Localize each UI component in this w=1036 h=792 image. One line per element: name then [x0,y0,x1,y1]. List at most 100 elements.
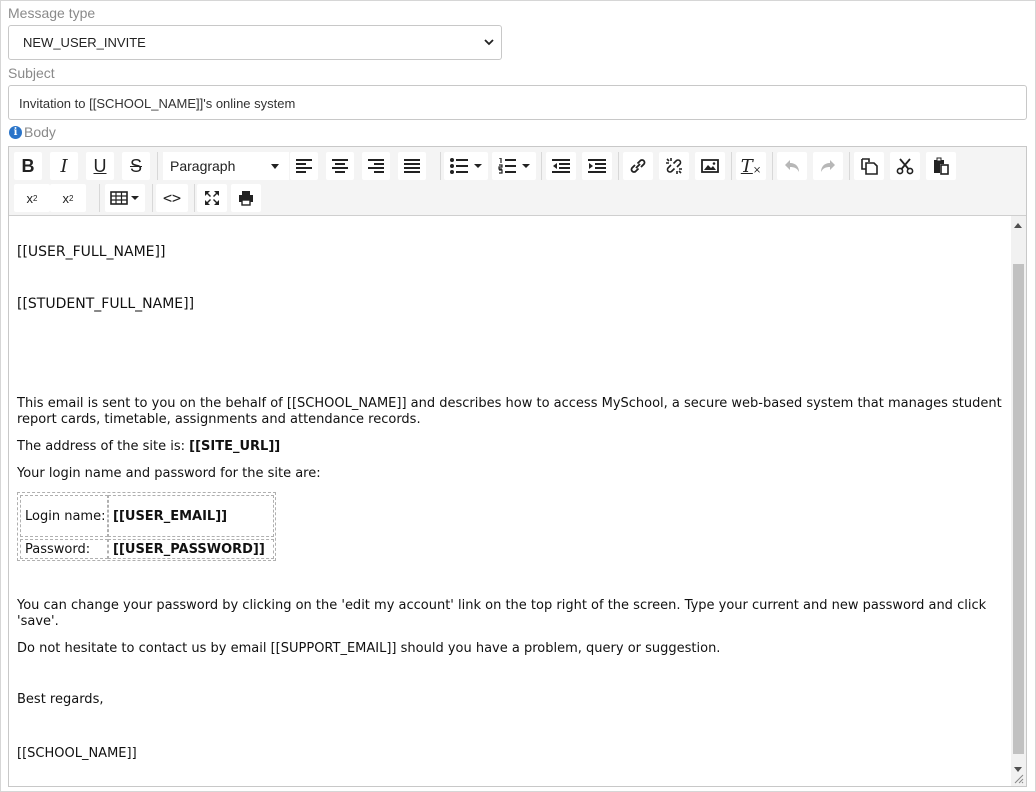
site-url-value: [[SITE_URL]] [189,439,281,454]
copy-button[interactable] [854,152,884,180]
bullet-list-icon [450,158,482,174]
user-full-name-line: [[USER_FULL_NAME]] [17,244,166,260]
superscript-button[interactable]: x2 [14,184,50,212]
toolbar-separator [440,152,441,180]
subject-label: Subject [8,65,55,81]
fullscreen-icon [205,191,219,205]
align-right-icon [368,159,384,173]
superscript-mark: 2 [33,193,38,203]
align-right-button[interactable] [362,152,390,180]
regards-line: Best regards, [17,692,104,707]
site-address-line: The address of the site is: [[SITE_URL]] [17,439,280,454]
toolbar-separator [849,152,850,180]
caret-down-icon [271,164,279,169]
link-icon [630,159,646,173]
editor-content[interactable]: [[USER_FULL_NAME]] [[STUDENT_FULL_NAME]]… [9,216,1011,786]
login-name-value-cell: [[USER_EMAIL]] [108,495,274,537]
scrollbar-thumb[interactable] [1013,264,1024,754]
strikethrough-button[interactable]: S [122,152,150,180]
scroll-up-icon[interactable] [1014,223,1022,228]
align-left-button[interactable] [290,152,318,180]
toolbar-separator [618,152,619,180]
password-label: Password: [25,541,91,557]
paste-button[interactable] [926,152,956,180]
unlink-icon [666,158,682,174]
resize-grip-icon[interactable] [1014,774,1024,784]
signature-line: [[SCHOOL_NAME]] [17,746,137,761]
align-center-button[interactable] [326,152,354,180]
subject-value: Invitation to [[SCHOOL_NAME]]'s online s… [19,96,296,111]
align-justify-icon [404,159,420,173]
intro-paragraph: This email is sent to you on the behalf … [17,396,1002,427]
form-panel: Message type NEW_USER_INVITE Subject Inv… [0,0,1036,792]
editor-scrollbar[interactable] [1011,216,1026,786]
insert-link-button[interactable] [623,152,653,180]
numbered-list-icon [498,158,530,174]
login-name-label: Login name: [25,508,106,524]
insert-table-button[interactable] [105,184,145,212]
block-format-select[interactable]: Paragraph [163,152,289,180]
password-value: [[USER_PASSWORD]] [113,541,265,557]
toolbar-separator [194,184,195,212]
scroll-down-icon[interactable] [1014,767,1022,772]
change-password-paragraph: You can change your password by clicking… [17,598,987,629]
strikethrough-glyph: S [129,155,142,176]
indent-button[interactable] [582,152,612,180]
underline-glyph: U [93,155,107,176]
subscript-button[interactable]: x2 [50,184,86,212]
toolbar-separator [157,152,158,180]
numbered-list-button[interactable] [492,152,536,180]
chevron-down-icon [484,39,494,46]
clear-format-button[interactable]: T × [736,152,766,180]
copy-icon [861,158,878,175]
subscript-mark: 2 [69,193,74,203]
paste-icon [934,157,949,175]
subject-input[interactable]: Invitation to [[SCHOOL_NAME]]'s online s… [8,85,1027,120]
print-icon [239,191,253,206]
outdent-button[interactable] [546,152,576,180]
bold-button[interactable]: B [14,152,42,180]
password-label-cell: Password: [20,539,108,559]
credentials-table: Login name: [[USER_EMAIL]] Password: [[U… [17,492,276,561]
toolbar-separator [772,152,773,180]
bold-glyph: B [21,155,35,176]
body-label: Body [24,124,56,140]
align-justify-button[interactable] [398,152,426,180]
site-address-prefix: The address of the site is: [17,439,190,454]
contact-paragraph: Do not hesitate to contact us by email [… [17,641,721,656]
toolbar-separator [99,184,100,212]
unlink-button[interactable] [659,152,689,180]
undo-icon [785,160,799,172]
password-value-cell: [[USER_PASSWORD]] [108,539,274,559]
editor-toolbar: B I U S Paragraph T × x 2 x 2 <> [9,147,1026,216]
message-type-select[interactable]: NEW_USER_INVITE [8,25,502,60]
toolbar-separator [541,152,542,180]
fullscreen-button[interactable] [197,184,227,212]
indent-icon [588,159,606,173]
italic-button[interactable]: I [50,152,78,180]
outdent-icon [552,159,570,173]
rich-text-editor: B I U S Paragraph T × x 2 x 2 <> [[USER_… [8,146,1027,787]
student-full-name-line: [[STUDENT_FULL_NAME]] [17,296,195,312]
toolbar-separator [731,152,732,180]
insert-image-button[interactable] [695,152,725,180]
message-type-value: NEW_USER_INVITE [23,35,146,50]
login-intro-line: Your login name and password for the sit… [17,466,321,481]
redo-button[interactable] [813,152,843,180]
info-icon[interactable]: i [9,126,22,139]
align-left-icon [296,159,312,173]
cut-icon [896,158,914,175]
message-type-label: Message type [8,5,96,21]
clear-format-glyph: T [740,155,753,177]
cut-button[interactable] [890,152,920,180]
italic-glyph: I [60,155,68,177]
image-icon [701,159,719,173]
source-code-button[interactable]: <> [156,184,188,212]
toolbar-separator [152,184,153,212]
print-button[interactable] [231,184,261,212]
align-center-icon [332,159,348,173]
underline-button[interactable]: U [86,152,114,180]
bullet-list-button[interactable] [444,152,488,180]
undo-button[interactable] [777,152,807,180]
login-name-label-cell: Login name: [20,495,108,537]
